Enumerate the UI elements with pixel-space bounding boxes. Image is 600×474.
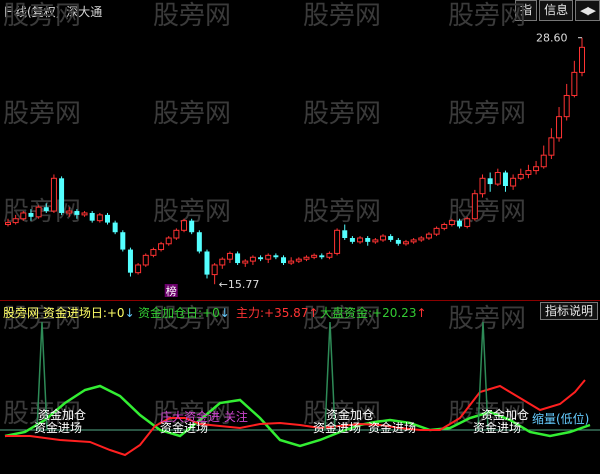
candle [295, 257, 302, 264]
candle [112, 220, 118, 235]
candle [395, 238, 401, 246]
candle [96, 212, 103, 223]
candle [89, 211, 95, 223]
candle [556, 107, 563, 142]
candle [303, 255, 310, 262]
candle [425, 232, 432, 240]
watermark-text: 股旁网 [448, 1, 526, 31]
candle [326, 251, 333, 260]
candle [20, 211, 27, 221]
candle [50, 174, 57, 213]
candle [410, 238, 417, 244]
candle [273, 253, 279, 260]
candle [479, 174, 486, 198]
indicator-label-enter: 股旁网 资金进场日:+0↓ [3, 306, 135, 320]
candle [173, 228, 180, 240]
candle [211, 263, 218, 285]
candle [418, 236, 425, 242]
watermark-text: 股旁网 [153, 1, 231, 31]
signal-label: 缩量(低位) [532, 411, 589, 426]
candle [380, 234, 387, 242]
candlestick-series [5, 37, 585, 285]
watermark-text: 股旁网 [303, 1, 381, 31]
candle [441, 222, 448, 231]
candle [81, 211, 88, 217]
candle [502, 170, 508, 192]
candle [59, 176, 65, 215]
candle [402, 239, 409, 246]
candle [525, 164, 532, 179]
indicator-label-main: 主力:+35.87↑ [236, 306, 319, 320]
candle [517, 168, 524, 181]
indicator-help-button[interactable]: 指标说明 [539, 302, 598, 320]
candle [533, 160, 540, 175]
candle [142, 253, 149, 267]
candle [181, 218, 188, 233]
candle [334, 228, 341, 256]
high-price-label: 28.60 [536, 32, 568, 45]
signal-label: 资金进场 [34, 420, 82, 435]
candle [219, 257, 226, 269]
candle [204, 249, 210, 279]
candle [563, 83, 570, 121]
signal-label: 资金进场 [368, 420, 416, 435]
candle [571, 60, 578, 98]
candle [494, 168, 501, 186]
rank-badge-text: 榜 [166, 284, 177, 298]
candle [510, 174, 517, 190]
watermark-layer: 股旁网 股旁网 股旁网 股旁网股旁网 股旁网 股旁网 股旁网股旁网 股旁网 股旁网 股旁网股旁网股… [3, 1, 526, 429]
candle [540, 145, 547, 169]
indicator-lines [0, 321, 600, 457]
candle [372, 238, 379, 244]
candle [249, 255, 256, 265]
watermark-text: 股旁网 [303, 99, 381, 129]
indicator-label-market: 大盘资金:+20.23↑ [320, 306, 427, 320]
candle [388, 234, 394, 242]
signal-label: 资金进场 [160, 420, 208, 435]
watermark-text: 股旁网 [153, 99, 231, 129]
candle [311, 253, 318, 260]
candle [258, 255, 264, 262]
candle [242, 259, 249, 267]
candle [288, 257, 295, 265]
candle [127, 247, 133, 277]
candle [35, 205, 42, 219]
candle [265, 253, 272, 264]
watermark-text: 股旁网 [3, 99, 81, 129]
candle [433, 226, 440, 237]
candle [579, 37, 585, 77]
candle [120, 230, 126, 252]
signal-label: 资金加仓 [38, 407, 86, 422]
candle [357, 236, 364, 244]
candle [281, 255, 287, 265]
signal-label: 资金进场 [473, 420, 521, 435]
candle [349, 236, 355, 244]
candle [150, 247, 157, 258]
watermark-text: 股旁网 [3, 1, 81, 31]
candle [158, 241, 165, 252]
watermark-text: 股旁网 [448, 99, 526, 129]
indicator-label-add: 资金加仓日:+0↓ [138, 306, 230, 320]
candle [365, 236, 371, 246]
candle [487, 172, 493, 192]
low-price-label: ←15.77 [219, 278, 260, 291]
panel-divider [0, 300, 600, 301]
candle [196, 230, 202, 254]
indicator-bar: 股旁网 资金进场日:+0↓ 资金加仓日:+0↓ 主力:+35.87↑ 大盘资金:… [0, 302, 600, 320]
watermark-text: 股旁网 [303, 197, 381, 227]
candle [104, 212, 110, 225]
signal-label: 资金进场 [313, 420, 361, 435]
chart-canvas: 股旁网 股旁网 股旁网 股旁网股旁网 股旁网 股旁网 股旁网股旁网 股旁网 股旁网 股旁网股旁网股… [0, 1, 600, 457]
signal-label: 资金加仓 [481, 407, 529, 422]
candle [471, 189, 478, 221]
signal-label: 资金加仓 [326, 407, 374, 422]
candle [189, 218, 195, 235]
candle [319, 253, 325, 260]
candle [165, 236, 172, 246]
candle [135, 263, 142, 275]
candle [464, 216, 471, 229]
candle [548, 128, 555, 160]
candle [226, 251, 233, 264]
candle [235, 251, 241, 265]
